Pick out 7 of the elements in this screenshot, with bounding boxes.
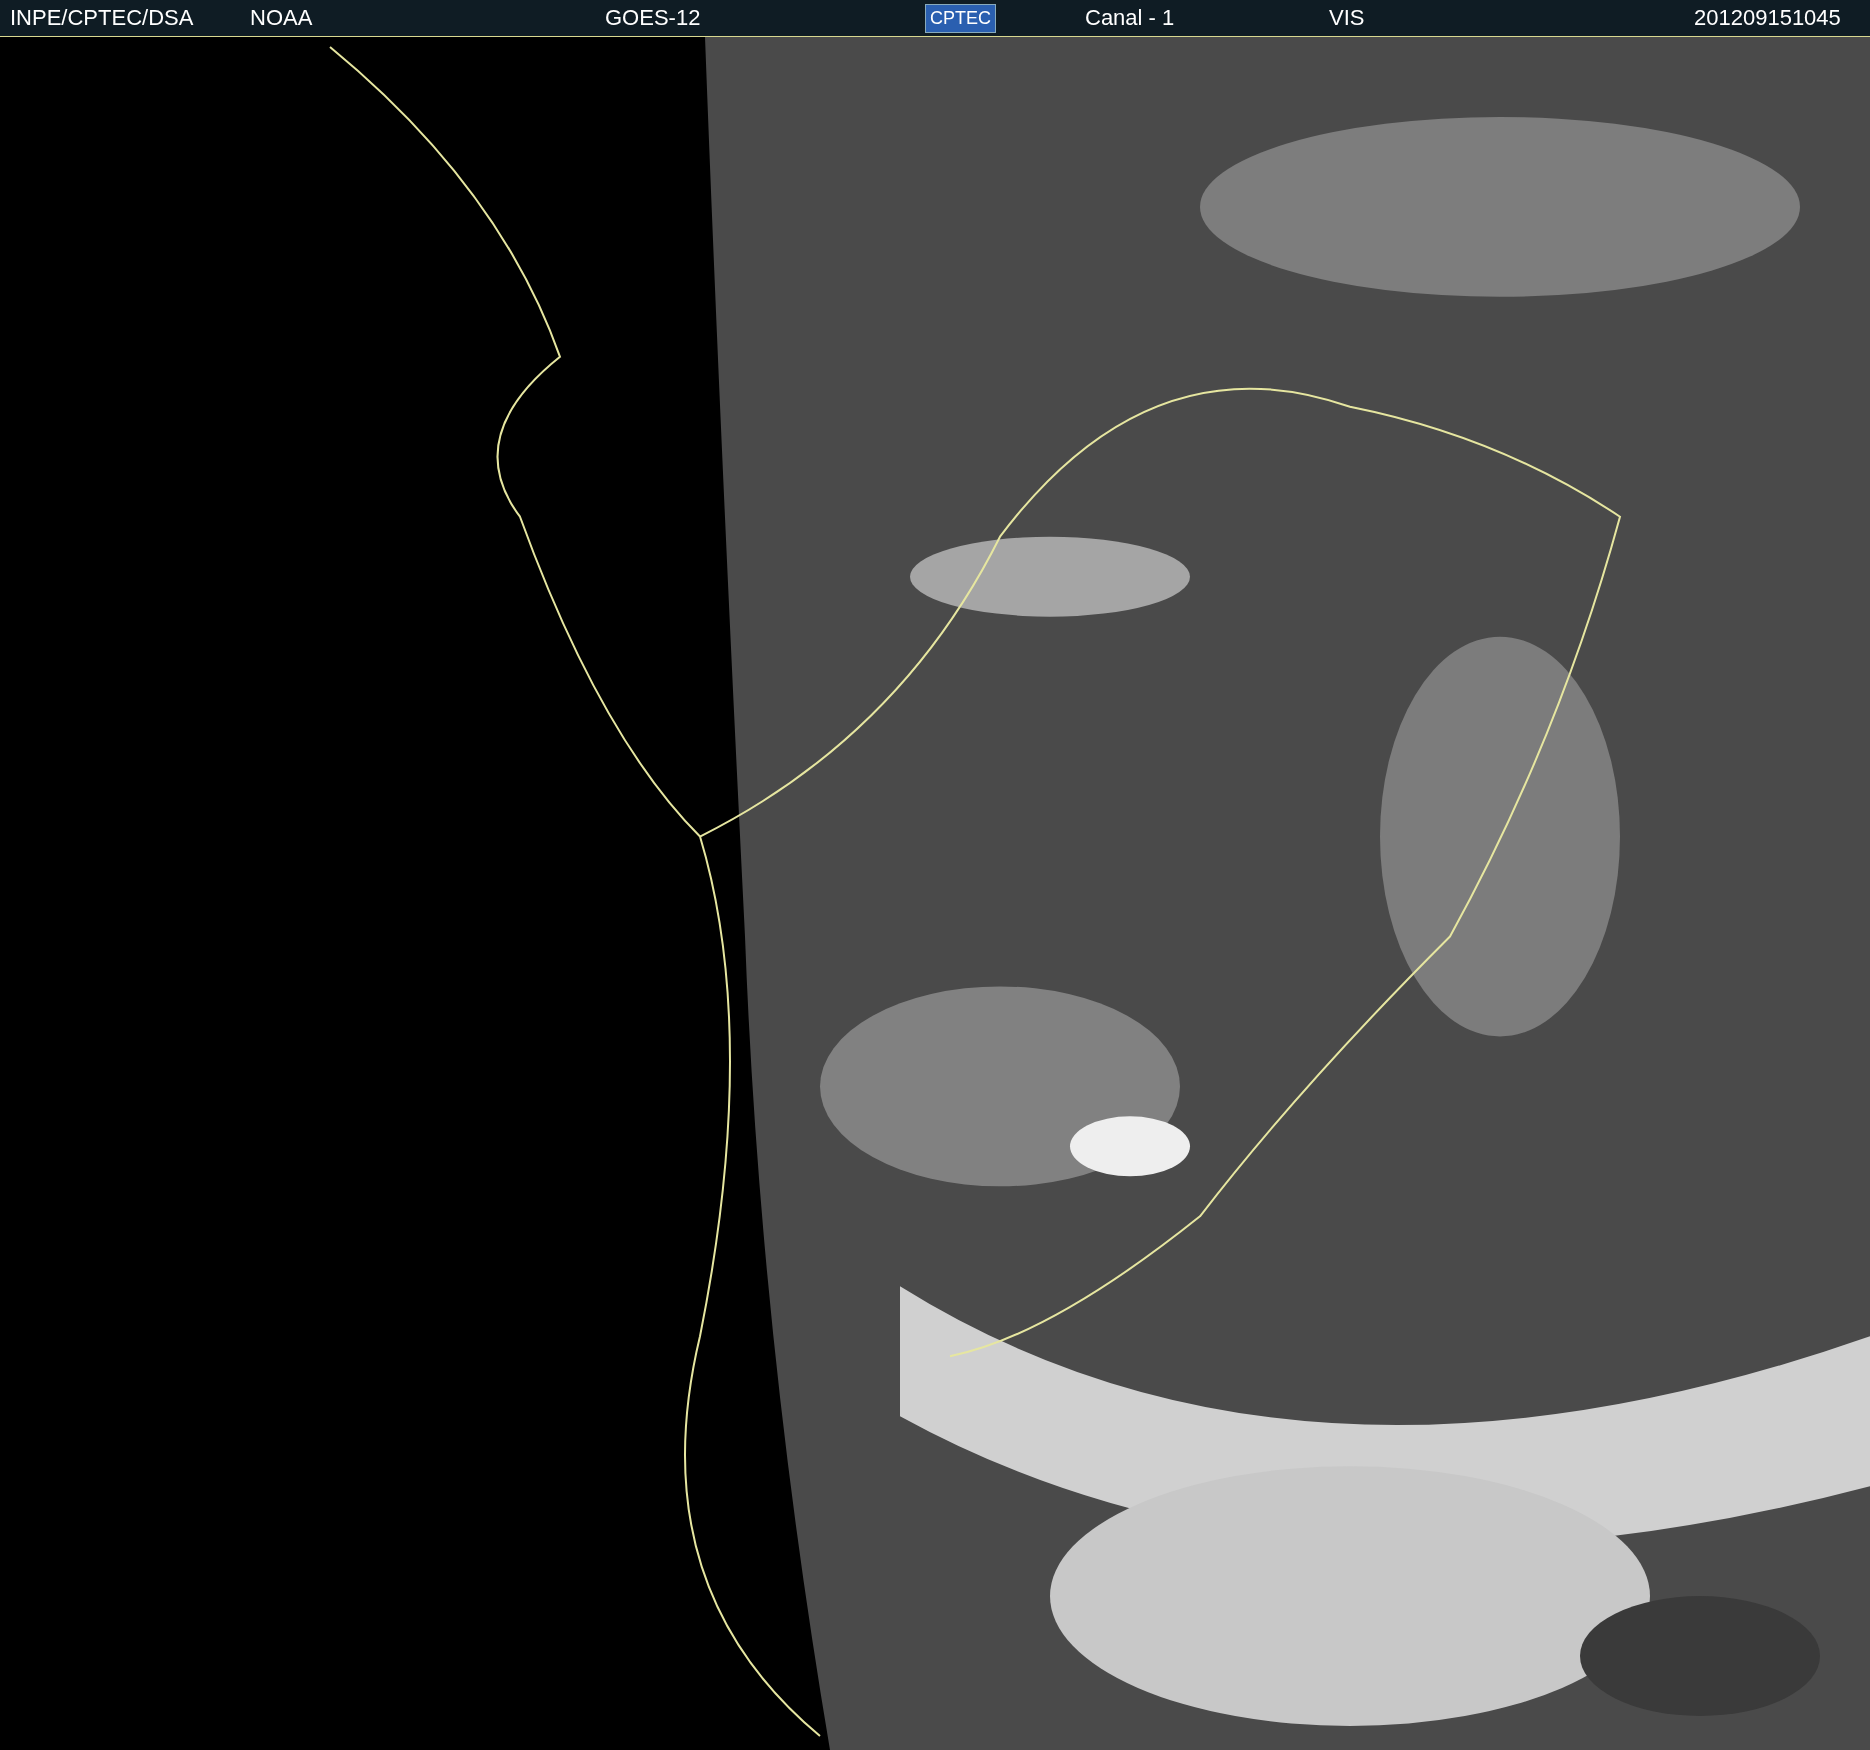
header-label: INPE/CPTEC/DSA <box>10 5 194 31</box>
header-label: NOAA <box>250 5 313 31</box>
logo: CPTEC <box>925 3 996 33</box>
header-label: Canal - 1 <box>1085 5 1175 31</box>
header-label: GOES-12 <box>605 5 701 31</box>
header-label: 201209151045 <box>1694 5 1841 31</box>
header-label: VIS <box>1329 5 1365 31</box>
